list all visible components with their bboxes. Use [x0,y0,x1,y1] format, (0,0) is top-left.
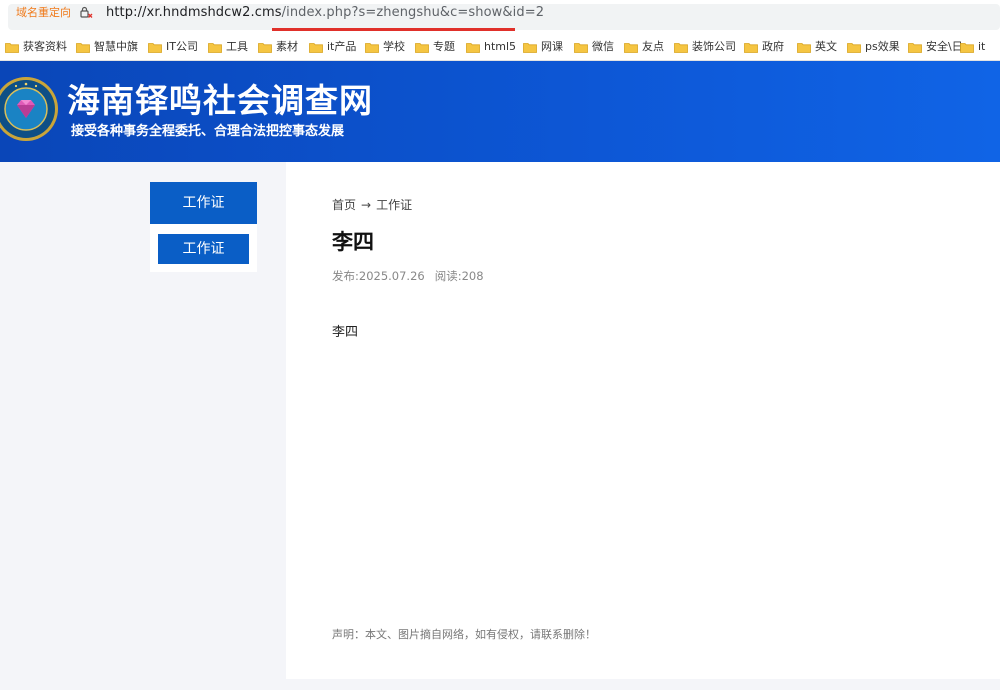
folder-icon [415,42,429,53]
article-meta: 发布:2025.07.26 阅读:208 [332,269,484,283]
folder-icon [258,42,272,53]
bookmark-label: 学校 [383,40,405,53]
bookmark-item[interactable]: ps效果 [847,39,900,55]
folder-icon [674,42,688,53]
folder-icon [523,42,537,53]
folder-icon [574,42,588,53]
article-body: 李四 [332,325,359,340]
bookmark-label: 工具 [226,40,248,53]
bookmark-item[interactable]: 安全\日 [908,39,963,55]
url-text[interactable]: http://xr.hndmshdcw2.cms/index.php?s=zhe… [106,4,544,22]
bookmark-item[interactable]: 获客资料 [5,39,67,55]
bookmark-item[interactable]: 专题 [415,39,455,55]
not-secure-icon[interactable] [78,5,94,21]
folder-icon [466,42,480,53]
bookmark-item[interactable]: 网课 [523,39,563,55]
bookmark-item[interactable]: 友点 [624,39,664,55]
folder-icon [797,42,811,53]
bookmark-item[interactable]: 政府 [744,39,784,55]
bookmarks-bar: 获客资料 智慧中旗 IT公司 工具 素材 it产品 学校 专题 html5 网课 微信 友点 装饰公司 政… [0,34,1000,61]
bookmark-label: it [978,40,986,53]
bookmark-label: ps效果 [865,40,900,53]
folder-icon [744,42,758,53]
bookmark-item[interactable]: 工具 [208,39,248,55]
copyright-disclaimer: 声明：本文、图片摘自网络，如有侵权，请联系删除！ [332,628,596,641]
folder-icon [365,42,379,53]
bookmark-label: 英文 [815,40,837,53]
folder-icon [309,42,323,53]
sidebar-heading: 工作证 [150,182,257,224]
bookmark-item[interactable]: 学校 [365,39,405,55]
site-logo-emblem-icon [0,75,60,143]
bookmark-label: 安全\日 [926,40,963,53]
article-title: 李四 [332,230,374,254]
bookmark-label: html5 [484,40,517,53]
bookmark-item[interactable]: 素材 [258,39,298,55]
folder-icon [148,42,162,53]
bookmark-item[interactable]: 微信 [574,39,614,55]
sidebar-item-work-permit[interactable]: 工作证 [158,234,249,264]
site-header-banner: 海南铎鸣社会调查网 接受各种事务全程委托、合理合法把控事态发展 [0,61,1000,162]
bookmark-label: 专题 [433,40,455,53]
folder-icon [624,42,638,53]
folder-icon [208,42,222,53]
url-highlight-underline [272,28,515,31]
browser-address-bar: 域名重定向 http://xr.hndmshdcw2.cms/index.php… [0,0,1000,34]
bookmark-label: IT公司 [166,40,198,53]
bookmark-item[interactable]: 智慧中旗 [76,39,138,55]
folder-icon [76,42,90,53]
folder-icon [960,42,974,53]
redirect-label[interactable]: 域名重定向 [16,6,71,20]
bookmark-label: 微信 [592,40,614,53]
bookmark-item[interactable]: html5 [466,39,516,55]
sidebar-category-box: 工作证 工作证 [150,182,257,272]
bookmark-label: 素材 [276,40,298,53]
article-panel: 首页 → 工作证 李四 发布:2025.07.26 阅读:208 李四 声明：本文、图… [286,162,1000,679]
bookmark-item[interactable]: 英文 [797,39,837,55]
bookmark-label: it产品 [327,40,357,53]
url-path: /index.php?s=zhengshu&c=show&id=2 [281,5,545,20]
bookmark-item[interactable]: it [960,39,985,55]
url-host: http://xr.hndmshdcw2.cms [106,5,282,20]
read-count: 阅读:208 [434,269,484,283]
site-title: 海南铎鸣社会调查网 [67,81,373,120]
breadcrumb: 首页 → 工作证 [332,197,412,213]
publish-date: 发布:2025.07.26 [332,269,425,283]
bookmark-label: 网课 [541,40,563,53]
bookmark-label: 智慧中旗 [94,40,138,53]
breadcrumb-home-link[interactable]: 首页 [332,198,356,212]
folder-icon [5,42,19,53]
bookmark-item[interactable]: 装饰公司 [674,39,736,55]
bookmark-item[interactable]: it产品 [309,39,356,55]
bookmark-label: 友点 [642,40,664,53]
bookmark-label: 获客资料 [23,40,67,53]
bookmark-label: 装饰公司 [692,40,736,53]
folder-icon [847,42,861,53]
breadcrumb-category-link[interactable]: 工作证 [376,198,412,212]
breadcrumb-arrow-icon: → [361,198,372,212]
folder-icon [908,42,922,53]
bookmark-label: 政府 [762,40,784,53]
site-slogan: 接受各种事务全程委托、合理合法把控事态发展 [71,124,345,139]
bookmark-item[interactable]: IT公司 [148,39,198,55]
